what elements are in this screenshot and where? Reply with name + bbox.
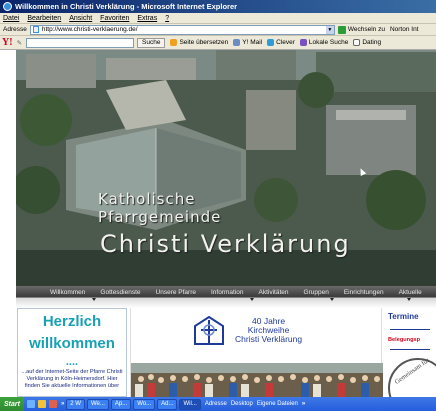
translate-icon (170, 39, 178, 46)
menu-ansicht[interactable]: Ansicht (69, 15, 92, 22)
yahoo-search-button[interactable]: Suche (137, 37, 166, 48)
group-photo (131, 363, 383, 397)
nav-aktivitaeten[interactable]: Aktivitäten (259, 289, 289, 296)
belegungsplan-link[interactable]: Belegungsp (388, 337, 436, 343)
nav-gottesdienste[interactable]: Gottesdienste (100, 289, 140, 296)
toolbar-translate-label: Seite übersetzen (179, 39, 229, 46)
left-margin (0, 50, 16, 308)
chevron-down-icon (92, 298, 96, 301)
chevron-down-icon (330, 298, 334, 301)
page-content: Katholische Pfarrgemeinde Christi Verklä… (0, 50, 436, 397)
welcome-dots: .... (65, 356, 79, 368)
hero-line-1: Katholische (98, 190, 196, 208)
taskbar-button-ie-active[interactable]: Wil... (179, 398, 201, 410)
welcome-panel: Herzlich willkommen .... ...auf der Inte… (17, 308, 127, 397)
taskbar-button-ad[interactable]: Ad... (157, 398, 178, 410)
termine-panel: Termine Belegungsp Gemeinsam für (384, 308, 436, 397)
windows-taskbar: Start » 2 W We... Ap... Wo... Ad... Wil.… (0, 397, 436, 411)
anniversary-text: 40 Jahre Kirchweihe Christi Verklärung (235, 317, 302, 344)
quicklaunch-folder-icon[interactable] (37, 400, 46, 408)
quicklaunch-media-icon[interactable] (48, 400, 57, 408)
welcome-heading-1: Herzlich (42, 313, 102, 330)
go-button[interactable]: Wechseln zu (348, 26, 385, 33)
chevron-down-icon (250, 298, 254, 301)
nav-information[interactable]: Information (211, 289, 244, 296)
main-nav: Willkommen Gottesdienste Unsere Pfarre I… (16, 286, 436, 308)
start-button[interactable]: Start (0, 397, 24, 411)
divider (390, 329, 430, 330)
toolbar-dating[interactable]: Dating (353, 39, 381, 46)
menu-help[interactable]: ? (165, 15, 169, 22)
hero-banner: Katholische Pfarrgemeinde Christi Verklä… (16, 50, 436, 286)
nav-einrichtungen[interactable]: Einrichtungen (344, 289, 384, 296)
address-input[interactable]: http://www.christi-verklaerung.de/ ▼ (29, 24, 335, 35)
nav-willkommen[interactable]: Willkommen (50, 289, 85, 296)
menu-datei[interactable]: Datei (3, 15, 19, 22)
chevron-down-icon[interactable]: ▼ (325, 25, 334, 34)
menu-bearbeiten[interactable]: Bearbeiten (27, 15, 61, 22)
taskbar-button-wo[interactable]: Wo... (133, 398, 156, 410)
toolbar-clever-label: Clever (276, 39, 295, 46)
nav-aktuelle[interactable]: Aktuelle (399, 289, 422, 296)
window-title: Willkommen in Christi Verklärung - Micro… (15, 2, 238, 11)
norton-toolbar-label[interactable]: Norton Int (390, 26, 419, 33)
yahoo-toolbar: Y! ✎ Suche Seite übersetzen Y! Mail Clev… (0, 36, 436, 50)
toolbar-translate[interactable]: Seite übersetzen (170, 39, 228, 46)
welcome-heading-2: willkommen (29, 335, 115, 352)
quicklaunch-ie-icon[interactable] (26, 400, 35, 408)
toolbar-clever[interactable]: Clever (267, 39, 295, 46)
anniversary-line-3: Christi Verklärung (235, 334, 303, 344)
quicklaunch-chevron[interactable]: » (61, 401, 64, 407)
yahoo-logo-icon[interactable]: Y! (2, 37, 13, 48)
address-url: http://www.christi-verklaerung.de/ (41, 26, 138, 33)
taskbar-button-explorer[interactable]: 2 W (66, 398, 85, 410)
divider (390, 349, 430, 350)
toolbar-mail-label: Y! Mail (242, 39, 263, 46)
yahoo-search-input[interactable] (26, 37, 135, 48)
menu-favoriten[interactable]: Favoriten (100, 15, 129, 22)
clever-icon (267, 39, 275, 46)
menu-bar: Datei Bearbeiten Ansicht Favoriten Extra… (0, 13, 436, 24)
mail-icon (233, 39, 241, 46)
welcome-intro: ...auf der Internet-Seite der Pfarre Chr… (21, 369, 123, 389)
toolbar-mail[interactable]: Y! Mail (233, 39, 262, 46)
nav-gruppen[interactable]: Gruppen (304, 289, 329, 296)
local-search-icon (299, 39, 307, 46)
chevron-down-icon (407, 298, 411, 301)
toolbar-local-search[interactable]: Lokale Suche (299, 39, 349, 46)
hero-line-3: Christi Verklärung (100, 230, 351, 258)
tray-address-toolbar[interactable]: Adresse (205, 401, 227, 407)
go-arrow-icon[interactable] (337, 25, 346, 34)
termine-heading[interactable]: Termine (388, 312, 436, 321)
taskbar-button-ap[interactable]: Ap... (110, 398, 132, 410)
hero-line-2: Pfarrgemeinde (98, 208, 222, 226)
address-label: Adresse (3, 26, 27, 33)
page-icon (32, 26, 39, 33)
address-bar: Adresse http://www.christi-verklaerung.d… (0, 24, 436, 36)
ie-logo-icon (3, 2, 12, 11)
toolbar-local-search-label: Lokale Suche (308, 39, 349, 46)
nav-unsere-pfarre[interactable]: Unsere Pfarre (156, 289, 196, 296)
menu-extras[interactable]: Extras (137, 15, 157, 22)
window-title-bar[interactable]: Willkommen in Christi Verklärung - Micro… (0, 0, 436, 13)
tray-my-documents[interactable]: Eigene Dateien (257, 401, 298, 407)
pencil-icon[interactable]: ✎ (17, 39, 22, 47)
taskbar-button-word[interactable]: We... (86, 398, 109, 410)
anniversary-panel: 40 Jahre Kirchweihe Christi Verklärung (130, 308, 383, 397)
church-emblem-icon (194, 316, 224, 345)
tray-desktop-toolbar[interactable]: Desktop (231, 401, 253, 407)
tray-chevron[interactable]: » (302, 401, 305, 407)
dating-icon (353, 39, 361, 46)
toolbar-dating-label: Dating (362, 39, 382, 46)
